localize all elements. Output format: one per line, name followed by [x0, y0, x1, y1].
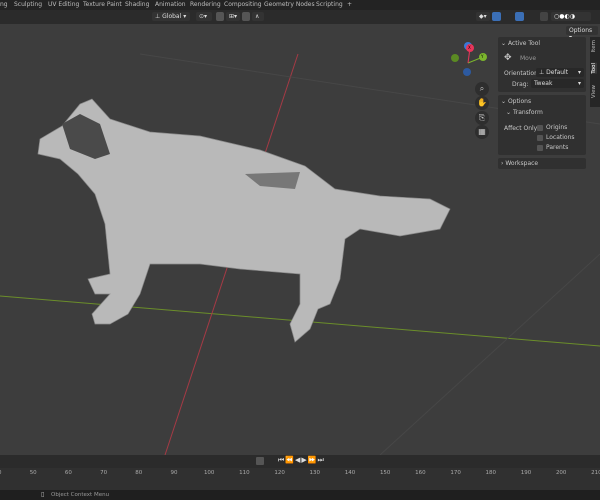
- frame-tick-label: 160: [415, 470, 426, 476]
- frame-tick-label: 110: [239, 470, 250, 476]
- mouse-icon: ▯: [41, 491, 45, 498]
- tab-layout[interactable]: ng: [0, 1, 8, 8]
- frame-tick-label: 80: [135, 470, 143, 476]
- visibility-dropdown[interactable]: ◆▾: [476, 12, 490, 21]
- pan-hand-icon[interactable]: ✋: [475, 96, 489, 110]
- sidebar-tabs: Item Tool View: [590, 37, 600, 107]
- frame-tick-label: 60: [64, 470, 72, 476]
- overlay-toggle[interactable]: [515, 12, 524, 21]
- frame-tick-label: 40: [0, 470, 2, 476]
- frame-tick-label: 210: [591, 470, 600, 476]
- options-header[interactable]: ⌄ Options: [501, 98, 531, 105]
- orientation-dropdown[interactable]: ⊥ Global ▾: [152, 12, 190, 21]
- tab-uv-editing[interactable]: UV Editing: [48, 1, 79, 8]
- status-hint: Object Context Menu: [51, 492, 110, 498]
- parents-checkbox[interactable]: Parents: [537, 144, 568, 151]
- tab-tool[interactable]: Tool: [591, 63, 597, 74]
- falloff-icon[interactable]: ∧: [252, 12, 264, 21]
- frame-tick-label: 140: [344, 470, 356, 476]
- xray-toggle[interactable]: [540, 12, 548, 21]
- frame-tick-label: 50: [29, 470, 37, 476]
- frame-tick-label: 190: [520, 470, 532, 476]
- frame-tick-label: 120: [274, 470, 285, 476]
- tab-shading[interactable]: Shading: [125, 1, 149, 8]
- active-tool-header[interactable]: ⌄ Active Tool: [501, 40, 540, 47]
- tab-animation[interactable]: Animation: [155, 1, 186, 8]
- options-dropdown[interactable]: Options ▾: [566, 26, 598, 41]
- frame-ruler[interactable]: 40 50 60 70 80 90 100 110 120 130 140 150 160 170 180 1…: [0, 468, 600, 490]
- pivot-dropdown[interactable]: ⊙▾: [196, 12, 212, 21]
- move-icon[interactable]: ✥: [504, 53, 512, 63]
- orientation-label: Orientation: [504, 70, 538, 77]
- drag-label: Drag:: [512, 81, 529, 88]
- frame-tick-label: 100: [203, 470, 215, 476]
- add-workspace-button[interactable]: +: [347, 1, 352, 8]
- gizmo-x-label: X: [468, 45, 471, 50]
- frame-tick-label: 200: [555, 470, 567, 476]
- tab-sculpting[interactable]: Sculpting: [14, 1, 42, 8]
- tab-view[interactable]: View: [591, 85, 597, 98]
- affect-only-label: Affect Only: [504, 125, 538, 132]
- tab-item[interactable]: Item: [591, 40, 597, 53]
- viewport-header: ⊥ Global ▾ ⊙▾ ⊞▾ ∧ ◆▾ ○●◐◑: [0, 10, 600, 24]
- workspace-label: Workspace: [505, 160, 539, 167]
- tab-rendering[interactable]: Rendering: [190, 1, 221, 8]
- snap-dropdown[interactable]: ⊞▾: [226, 12, 240, 21]
- options-section: ⌄ Options ⌄ Transform Affect Only Origin…: [498, 95, 586, 155]
- tab-scripting[interactable]: Scripting: [316, 1, 343, 8]
- wolf-model: [37, 98, 451, 343]
- workspace-tabs-bar: ng Sculpting UV Editing Texture Paint Sh…: [0, 0, 600, 10]
- status-bar: ▯ Object Context Menu: [0, 490, 600, 500]
- frame-tick-label: 150: [379, 470, 391, 476]
- zoom-icon[interactable]: ⌕: [475, 82, 489, 96]
- sidebar-panel: ⌄ Active Tool ✥ Move Orientation ⊥ Defau…: [498, 37, 586, 172]
- origins-label: Origins: [546, 124, 568, 131]
- frame-tick-label: 130: [309, 470, 321, 476]
- drag-select[interactable]: Tweak ▾: [531, 79, 584, 88]
- camera-icon[interactable]: ⎘: [475, 111, 489, 125]
- active-tool-label: Active Tool: [507, 40, 541, 47]
- active-tool-section: ⌄ Active Tool ✥ Move Orientation ⊥ Defau…: [498, 37, 586, 92]
- frame-tick-label: 180: [485, 470, 497, 476]
- origins-checkbox[interactable]: Origins: [537, 124, 567, 131]
- orientation-value: Global: [162, 13, 182, 20]
- shading-modes[interactable]: ○●◐◑: [551, 12, 591, 21]
- tab-texture-paint[interactable]: Texture Paint: [83, 1, 122, 8]
- locations-checkbox[interactable]: Locations: [537, 134, 575, 141]
- frame-tick-label: 90: [170, 470, 178, 476]
- gizmo-toggle[interactable]: [492, 12, 501, 21]
- record-button[interactable]: [256, 457, 264, 465]
- tool-name: Move: [520, 55, 537, 62]
- gizmo-y-label: Y: [481, 54, 484, 59]
- parents-label: Parents: [546, 144, 569, 151]
- snap-toggle[interactable]: [216, 12, 224, 21]
- timeline: ⏮⏪◀▶⏩⏭ 40 50 60 70 80 90 100 110 120 130 140 150 160…: [0, 455, 600, 490]
- options-label: Options: [569, 27, 593, 34]
- proportional-edit-toggle[interactable]: [242, 12, 250, 21]
- transform-header[interactable]: ⌄ Transform: [506, 109, 543, 116]
- workspace-section[interactable]: › Workspace: [498, 158, 586, 169]
- playback-controls[interactable]: ⏮⏪◀▶⏩⏭: [278, 456, 325, 465]
- tab-geometry-nodes[interactable]: Geometry Nodes: [264, 1, 315, 8]
- frame-tick-label: 70: [100, 470, 108, 476]
- orientation-select-value: Default: [546, 69, 569, 76]
- transform-label: Transform: [512, 109, 543, 116]
- orientation-select[interactable]: ⊥ Default ▾: [536, 68, 584, 77]
- grid-perspective-icon[interactable]: ▦: [475, 125, 489, 139]
- frame-tick-label: 170: [450, 470, 461, 476]
- navigation-gizmo[interactable]: X Y: [450, 38, 495, 83]
- drag-select-value: Tweak: [534, 80, 553, 87]
- options-section-label: Options: [507, 98, 532, 105]
- tab-compositing[interactable]: Compositing: [224, 1, 262, 8]
- locations-label: Locations: [546, 134, 575, 141]
